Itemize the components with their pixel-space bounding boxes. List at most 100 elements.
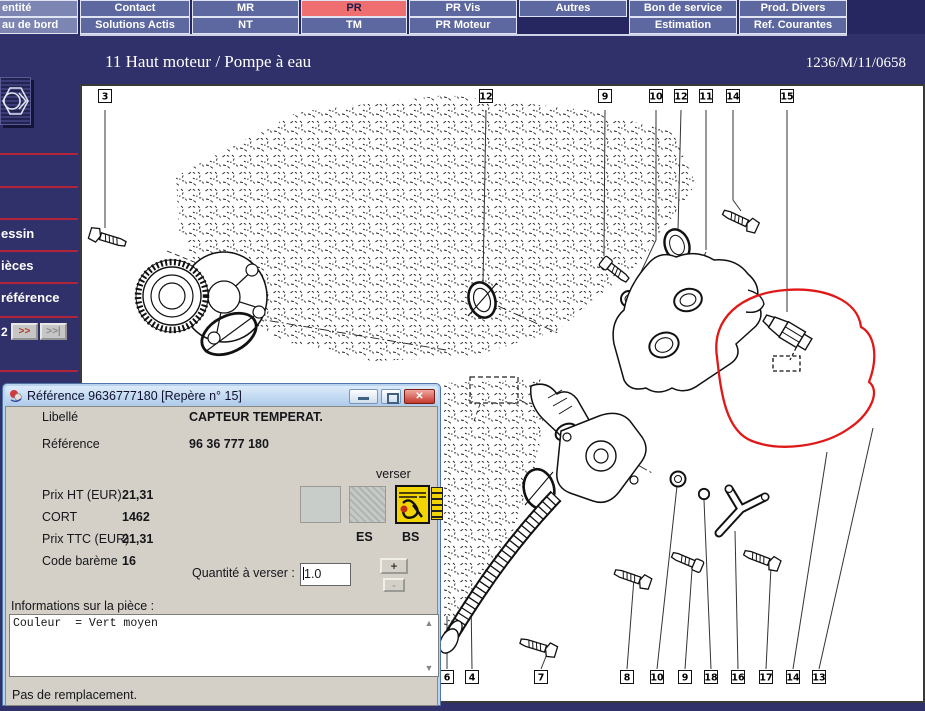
svg-text:18: 18 — [704, 673, 718, 684]
callout-14a[interactable]: 14 — [726, 90, 740, 103]
verser-bs-button[interactable] — [395, 485, 430, 524]
tab-tm[interactable]: TM — [301, 17, 407, 34]
callout-18[interactable]: 18 — [704, 671, 718, 684]
minimize-button[interactable] — [349, 389, 378, 404]
tab-autres[interactable]: Autres — [519, 0, 627, 17]
svg-text:14: 14 — [786, 673, 800, 684]
part-info-text: Couleur = Vert moyen — [13, 617, 158, 630]
svg-text:4: 4 — [469, 673, 476, 684]
tab-prod-divers[interactable]: Prod. Divers — [739, 0, 847, 17]
tab-contact[interactable]: Contact — [80, 0, 190, 17]
tab-pr-moteur[interactable]: PR Moteur — [409, 17, 517, 34]
replacement-status: Pas de remplacement. — [12, 688, 137, 702]
callout-3[interactable]: 3 — [99, 90, 112, 103]
tab-ref-courantes[interactable]: Ref. Courantes — [739, 17, 847, 34]
quantity-minus-button[interactable]: - — [383, 578, 405, 592]
quantity-label: Quantité à verser : — [192, 566, 295, 580]
callout-10b[interactable]: 10 — [650, 671, 664, 684]
restore-button[interactable] — [381, 389, 401, 404]
callout-4[interactable]: 4 — [466, 671, 479, 684]
sidebar-divider — [0, 370, 78, 372]
prix-ht-label: Prix HT (EUR) — [42, 488, 122, 502]
dialog-titlebar[interactable]: Référence 9636777180 [Repère n° 15] ✕ — [5, 386, 438, 406]
tab-identite[interactable]: entité — [0, 0, 78, 17]
bolt-part-9b — [670, 549, 704, 573]
prix-ttc-label: Prix TTC (EUR) — [42, 532, 129, 546]
y-fitting-part-16 — [719, 486, 769, 534]
oring-part-18 — [699, 489, 709, 499]
info-label: Informations sur la pièce : — [11, 599, 154, 613]
bs-label: BS — [402, 530, 419, 544]
last-page-button[interactable]: >>| — [40, 323, 67, 340]
bolt-part-8 — [613, 565, 653, 590]
callout-14b[interactable]: 14 — [786, 671, 800, 684]
svg-text:6: 6 — [444, 673, 451, 684]
page-title: 11 Haut moteur / Pompe à eau — [105, 52, 311, 72]
svg-text:9: 9 — [682, 673, 689, 684]
callout-6[interactable]: 6 — [441, 671, 454, 684]
callout-7[interactable]: 7 — [535, 671, 548, 684]
tab-nt[interactable]: NT — [192, 17, 299, 34]
verser-es-button[interactable] — [349, 486, 386, 523]
callout-13[interactable]: 13 — [812, 671, 825, 684]
callout-12b[interactable]: 12 — [674, 90, 687, 103]
libelle-value: CAPTEUR TEMPERAT. — [189, 410, 323, 424]
tab-bon-de-service[interactable]: Bon de service — [629, 0, 737, 17]
svg-text:16: 16 — [731, 673, 745, 684]
callout-9a[interactable]: 9 — [599, 90, 612, 103]
sidebar-divider — [0, 186, 78, 188]
tab-tableau-de-bord[interactable]: au de bord — [0, 17, 78, 34]
callout-17[interactable]: 17 — [759, 671, 772, 684]
close-button[interactable]: ✕ — [404, 389, 435, 404]
document-reference: 1236/M/11/0658 — [806, 55, 906, 72]
callout-10a[interactable]: 10 — [649, 90, 663, 103]
temperature-sensor-part-15 — [760, 310, 813, 371]
callout-8[interactable]: 8 — [621, 671, 634, 684]
water-outlet-housing-part-11 — [613, 254, 764, 392]
callout-12a[interactable]: 12 — [479, 90, 492, 103]
app-root: { "header": { "row1": ["entité", "Contac… — [0, 0, 925, 711]
tab-mr[interactable]: MR — [192, 0, 299, 17]
part-info-textarea[interactable]: Couleur = Vert moyen ▲ ▼ — [9, 614, 439, 677]
libelle-label: Libellé — [42, 410, 78, 424]
bolt-part-17 — [742, 546, 782, 572]
quantity-input[interactable]: 1.0 — [300, 563, 351, 586]
header-divider — [0, 34, 847, 36]
es-label: ES — [356, 530, 373, 544]
callout-9b[interactable]: 9 — [679, 671, 692, 684]
brand-logo-icon — [0, 77, 31, 125]
scroll-up-icon[interactable]: ▲ — [423, 617, 435, 629]
callout-16[interactable]: 16 — [731, 671, 745, 684]
prix-ttc-value: 21,31 — [122, 532, 153, 546]
sidebar-item-dessin[interactable]: essin — [1, 226, 34, 241]
tab-estimation[interactable]: Estimation — [629, 17, 737, 34]
prix-ht-value: 21,31 — [122, 488, 153, 502]
clipped-icon-fragment — [431, 487, 443, 520]
verser-blank-button[interactable] — [300, 486, 341, 523]
sidebar-divider — [0, 153, 78, 155]
cort-label: CORT — [42, 510, 77, 524]
dialog-body: Libellé CAPTEUR TEMPERAT. Référence 96 3… — [5, 406, 438, 706]
callout-11[interactable]: 11 — [699, 90, 712, 103]
sidebar-divider — [0, 218, 78, 220]
callout-15[interactable]: 15 — [780, 90, 793, 103]
tab-pr[interactable]: PR — [301, 0, 407, 17]
next-page-button[interactable]: >> — [11, 323, 38, 340]
tab-solutions-actis[interactable]: Solutions Actis — [80, 17, 190, 34]
code-bareme-value: 16 — [122, 554, 136, 568]
code-bareme-label: Code barème — [42, 554, 118, 568]
scroll-down-icon[interactable]: ▼ — [423, 662, 435, 674]
tab-pr-vis[interactable]: PR Vis — [409, 0, 517, 17]
svg-text:12: 12 — [674, 92, 687, 103]
header-tab-bar: entité Contact MR PR PR Vis Autres Bon d… — [0, 0, 925, 34]
cort-value: 1462 — [122, 510, 150, 524]
sidebar-item-reference[interactable]: référence — [1, 290, 60, 305]
svg-text:3: 3 — [102, 92, 109, 103]
quantity-plus-button[interactable]: + — [380, 558, 408, 574]
sidebar-item-pieces[interactable]: ièces — [1, 258, 34, 273]
svg-text:9: 9 — [602, 92, 609, 103]
svg-text:13: 13 — [812, 673, 825, 684]
reference-label: Référence — [42, 437, 100, 451]
bolt-part-3 — [88, 226, 127, 250]
reference-value: 96 36 777 180 — [189, 437, 269, 451]
